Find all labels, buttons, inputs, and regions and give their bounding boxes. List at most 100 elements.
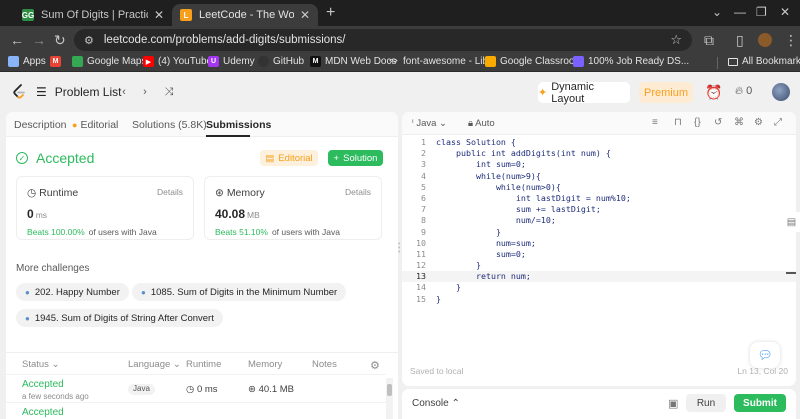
runtime-card[interactable]: ◷ Runtime Details 0 ms Beats 100.00% of use… bbox=[16, 176, 194, 240]
format-icon[interactable]: ≡ bbox=[652, 117, 658, 128]
table-row[interactable]: Accepted bbox=[6, 402, 386, 419]
code-line[interactable]: 13 return num; bbox=[402, 271, 796, 283]
dynamic-layout-button[interactable]: ✦ Dynamic Layout bbox=[538, 81, 630, 105]
bookmark-font-awesome[interactable]: <> font-awesome - Lib... bbox=[388, 56, 496, 67]
close-tab-icon[interactable]: ✕ bbox=[300, 8, 310, 22]
code-line[interactable]: 4 while(num>9){ bbox=[402, 171, 796, 182]
bookmark-github[interactable]: GitHub bbox=[258, 56, 304, 67]
chat-assistant-icon[interactable]: 💬︎ bbox=[750, 342, 780, 368]
code-editor-panel: ⁱ Java ⌄ 🔒︎ Auto ≡ ⊓ {} ↺ ⌘ ⚙ ⤢ 1 class S… bbox=[402, 112, 796, 386]
streak-counter[interactable]: 🔥︎ 0 bbox=[735, 85, 752, 98]
code-line[interactable]: 6 int lastDigit = num%10; bbox=[402, 193, 796, 204]
notes-side-icon[interactable]: ▤ bbox=[783, 212, 800, 232]
back-icon[interactable]: ← bbox=[10, 32, 24, 48]
shuffle-icon[interactable]: ⤨ bbox=[160, 83, 178, 101]
close-tab-icon[interactable]: ✕ bbox=[154, 8, 164, 22]
code-line[interactable]: 7 sum += lastDigit; bbox=[402, 204, 796, 215]
code-line[interactable]: 11 sum=0; bbox=[402, 249, 796, 260]
reload-icon[interactable]: ↻ bbox=[54, 32, 66, 49]
fullscreen-icon[interactable]: ⤢ bbox=[774, 117, 782, 128]
language-column-header[interactable]: Language ⌄ bbox=[128, 359, 181, 370]
run-button[interactable]: Run bbox=[686, 394, 726, 412]
bookmark-gmail[interactable]: M bbox=[50, 56, 65, 67]
code-line[interactable]: 1 class Solution { bbox=[402, 137, 796, 148]
chrome-menu-icon[interactable]: ⋮ bbox=[784, 32, 798, 49]
code-line[interactable]: 2 public int addDigits(int num) { bbox=[402, 148, 796, 159]
memory-card[interactable]: ⊛ Memory Details 40.08 MB Beats 51.10% of u… bbox=[204, 176, 382, 240]
alarm-clock-icon[interactable]: ⏰ bbox=[705, 84, 722, 101]
table-row[interactable]: Accepted a few seconds ago Java ◷ 0 ms ⊛… bbox=[6, 374, 386, 402]
code-line[interactable]: 5 while(num>0){ bbox=[402, 182, 796, 193]
shortcut-icon[interactable]: ⌘ bbox=[734, 117, 744, 128]
tab-solutions[interactable]: Solutions (5.8K) bbox=[132, 119, 207, 131]
line-number: 4 bbox=[421, 170, 426, 181]
bookmark-udemy[interactable]: U Udemy bbox=[208, 56, 255, 67]
problem-list-button[interactable]: ☰ Problem List bbox=[36, 85, 121, 99]
leetcode-logo-icon[interactable] bbox=[12, 84, 26, 100]
console-toggle[interactable]: Console ⌃ bbox=[412, 398, 460, 409]
code-line[interactable]: 12 } bbox=[402, 260, 796, 271]
minimize-icon[interactable]: — bbox=[734, 5, 746, 19]
code-line[interactable]: 9 } bbox=[402, 227, 796, 238]
panel-resize-handle[interactable]: • • • bbox=[398, 241, 400, 256]
submit-button[interactable]: Submit bbox=[734, 394, 786, 412]
tab-description[interactable]: Description bbox=[14, 119, 67, 131]
next-problem-icon[interactable]: › bbox=[136, 83, 154, 101]
code-line[interactable]: 10 num=sum; bbox=[402, 238, 796, 249]
settings-icon[interactable]: ⚙ bbox=[754, 117, 763, 128]
bookmark-job-ready[interactable]: 100% Job Ready DS... bbox=[573, 56, 689, 67]
bookmark-icon[interactable]: ⊓ bbox=[674, 117, 682, 128]
bookmark-star-icon[interactable]: ☆ bbox=[670, 32, 682, 48]
restore-icon[interactable]: ❐ bbox=[756, 5, 767, 19]
terminal-icon[interactable]: ▣ bbox=[668, 397, 678, 410]
tab-editorial[interactable]: ● Editorial bbox=[72, 119, 118, 131]
row-status[interactable]: Accepted bbox=[22, 379, 64, 390]
solution-button[interactable]: + Solution bbox=[328, 150, 383, 166]
language-select[interactable]: ⁱ Java ⌄ bbox=[412, 118, 447, 129]
settings-gear-icon[interactable]: ⚙ bbox=[370, 359, 380, 372]
bookmark-mdn[interactable]: M MDN Web Docs bbox=[310, 56, 397, 67]
code-line[interactable]: 8 num/=10; bbox=[402, 215, 796, 226]
challenge-chip[interactable]: ● 202. Happy Number bbox=[16, 283, 129, 301]
bookmark-apps[interactable]: Apps bbox=[8, 56, 46, 67]
row-status[interactable]: Accepted bbox=[22, 407, 64, 418]
sidepanel-icon[interactable]: ▯ bbox=[736, 32, 744, 49]
site-info-icon[interactable]: ⚙ bbox=[84, 34, 94, 47]
premium-button[interactable]: Premium bbox=[639, 82, 693, 103]
code-area[interactable]: 1 class Solution {2 public int addDigits(… bbox=[402, 137, 796, 305]
bookmark-google-classroom[interactable]: Google Classroom bbox=[485, 56, 583, 67]
challenge-label: 202. Happy Number bbox=[34, 286, 120, 298]
reset-icon[interactable]: ↺ bbox=[714, 117, 722, 128]
status-column-header[interactable]: Status ⌄ bbox=[22, 359, 60, 370]
new-tab-icon[interactable]: + bbox=[326, 4, 335, 22]
runtime-details-link[interactable]: Details bbox=[157, 187, 183, 197]
side-panel-handle[interactable] bbox=[786, 272, 796, 274]
forward-icon[interactable]: → bbox=[32, 32, 46, 48]
gmail-icon: M bbox=[50, 56, 61, 67]
memory-details-link[interactable]: Details bbox=[345, 187, 371, 197]
extensions-icon[interactable]: ⧉ bbox=[704, 32, 714, 49]
all-bookmarks[interactable]: All Bookmarks bbox=[728, 56, 800, 67]
braces-icon[interactable]: {} bbox=[694, 117, 701, 128]
editorial-button[interactable]: ▤ Editorial bbox=[260, 150, 318, 166]
tab-search-icon[interactable]: ⌄ bbox=[712, 5, 722, 19]
profile-avatar[interactable] bbox=[758, 33, 772, 47]
row-memory-value: 40.1 MB bbox=[258, 384, 294, 395]
prev-problem-icon[interactable]: ‹ bbox=[115, 83, 133, 101]
address-bar[interactable]: ⚙ leetcode.com/problems/add-digits/submi… bbox=[74, 29, 692, 51]
challenge-chip[interactable]: ● 1945. Sum of Digits of String After Con… bbox=[16, 309, 223, 327]
table-scrollbar[interactable] bbox=[386, 378, 393, 419]
auto-mode[interactable]: 🔒︎ Auto bbox=[468, 118, 495, 129]
bookmark-google-maps[interactable]: Google Maps bbox=[72, 56, 146, 67]
browser-tab-gfg[interactable]: GG Sum Of Digits | Practice | Geeks ✕ bbox=[14, 4, 172, 26]
code-line[interactable]: 15} bbox=[402, 294, 796, 305]
browser-tab-leetcode[interactable]: L LeetCode - The World's Leading ✕ bbox=[172, 4, 318, 26]
bookmark-youtube[interactable]: ▶ (4) YouTube bbox=[143, 56, 212, 67]
close-window-icon[interactable]: ✕ bbox=[780, 5, 790, 19]
tab-submissions[interactable]: Submissions bbox=[206, 119, 271, 131]
user-avatar[interactable] bbox=[772, 83, 790, 101]
code-line[interactable]: 3 int sum=0; bbox=[402, 159, 796, 170]
challenge-chip[interactable]: ● 1085. Sum of Digits in the Minimum Numb… bbox=[132, 283, 347, 301]
scrollbar-thumb[interactable] bbox=[387, 384, 392, 396]
code-line[interactable]: 14 } bbox=[402, 282, 796, 293]
